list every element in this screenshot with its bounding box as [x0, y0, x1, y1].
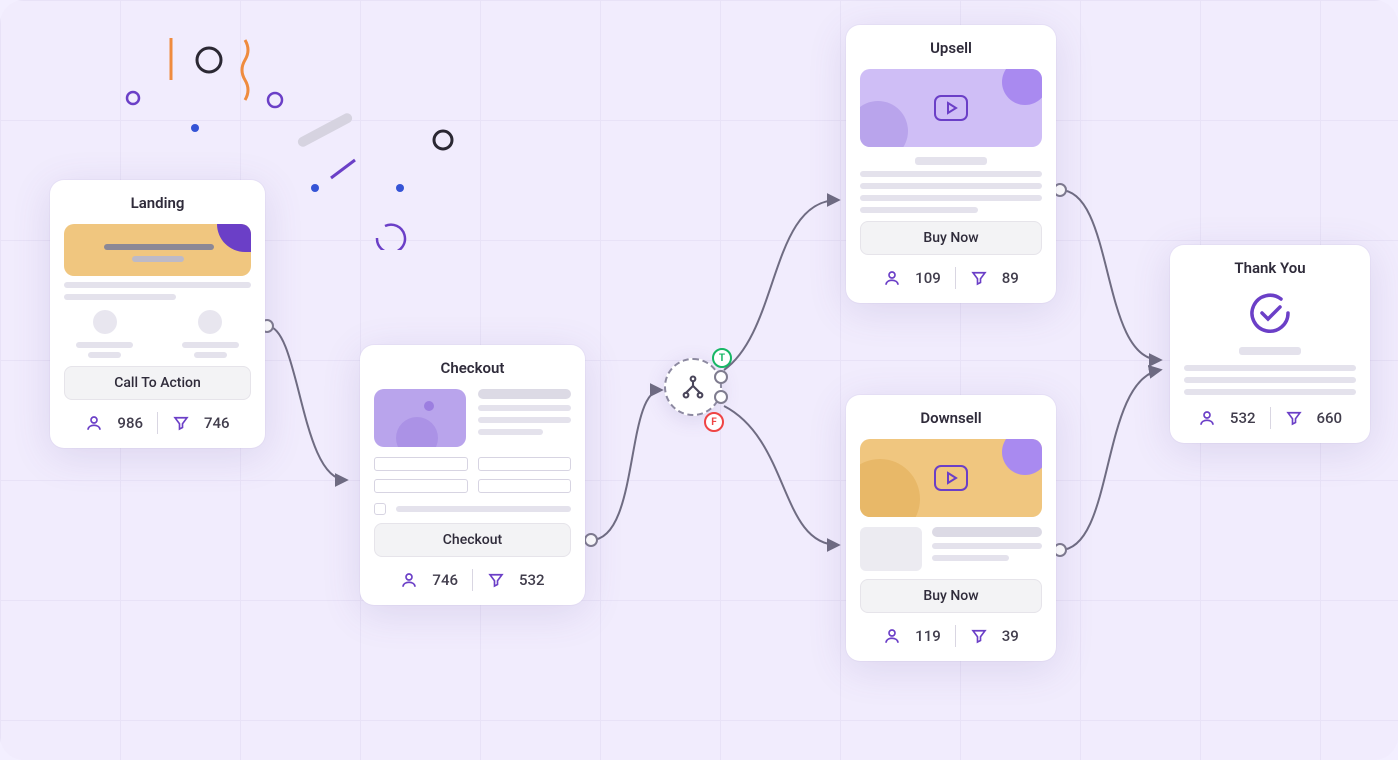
node-title: Checkout [374, 359, 571, 377]
visitors-count: 532 [1230, 409, 1256, 427]
cta-button[interactable]: Buy Now [860, 579, 1042, 613]
node-downsell[interactable]: Downsell Buy Now 119 39 [846, 395, 1056, 661]
filter-icon [1285, 409, 1303, 427]
decision-node[interactable]: T F [664, 358, 722, 416]
visitors-count: 746 [432, 571, 458, 589]
decision-true-badge: T [712, 348, 732, 368]
visitors-icon [883, 627, 901, 645]
node-upsell[interactable]: Upsell Buy Now 109 89 [846, 25, 1056, 303]
play-icon [934, 465, 968, 491]
hero-graphic [860, 439, 1042, 517]
visitors-icon [883, 269, 901, 287]
filtered-count: 746 [204, 414, 230, 432]
node-stats: 746 532 [374, 569, 571, 591]
confetti-decoration [115, 20, 455, 250]
play-icon [934, 95, 968, 121]
filter-icon [487, 571, 505, 589]
node-thankyou[interactable]: Thank You 532 660 [1170, 245, 1370, 443]
node-stats: 119 39 [860, 625, 1042, 647]
visitors-count: 986 [117, 414, 143, 432]
visitors-icon [1198, 409, 1216, 427]
port[interactable] [714, 370, 728, 384]
node-checkout[interactable]: Checkout Checkout [360, 345, 585, 605]
node-title: Downsell [860, 409, 1042, 427]
visitors-count: 119 [915, 627, 941, 645]
node-stats: 109 89 [860, 267, 1042, 289]
hero-graphic [860, 69, 1042, 147]
filtered-count: 660 [1317, 409, 1343, 427]
split-icon [679, 373, 707, 401]
filter-icon [970, 627, 988, 645]
success-check-icon [1246, 289, 1294, 337]
node-title: Upsell [860, 39, 1042, 57]
node-stats: 532 660 [1184, 407, 1356, 429]
filtered-count: 89 [1002, 269, 1019, 287]
cta-button[interactable]: Call To Action [64, 366, 251, 400]
filter-icon [970, 269, 988, 287]
visitors-icon [85, 414, 103, 432]
node-title: Thank You [1184, 259, 1356, 277]
port[interactable] [584, 533, 598, 547]
visitors-icon [400, 571, 418, 589]
cta-button[interactable]: Checkout [374, 523, 571, 557]
filtered-count: 39 [1002, 627, 1019, 645]
port[interactable] [714, 390, 728, 404]
filtered-count: 532 [519, 571, 545, 589]
cta-button[interactable]: Buy Now [860, 221, 1042, 255]
node-stats: 986 746 [64, 412, 251, 434]
hero-graphic [374, 389, 466, 447]
decision-false-badge: F [704, 412, 724, 432]
visitors-count: 109 [915, 269, 941, 287]
filter-icon [172, 414, 190, 432]
funnel-canvas[interactable]: Landing Call To Action 986 [0, 0, 1398, 760]
